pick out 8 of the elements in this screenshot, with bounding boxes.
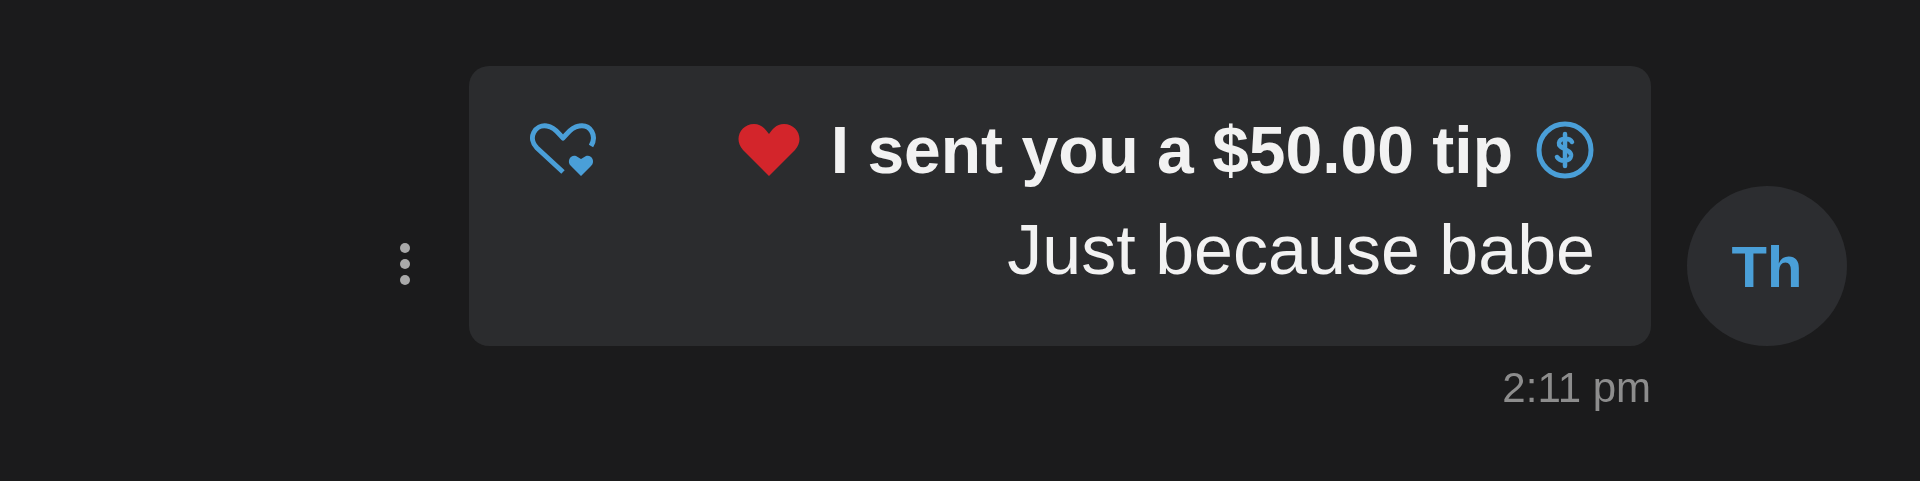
message-time: 2:11 pm: [1502, 364, 1651, 412]
dollar-coin-icon: [1535, 120, 1595, 180]
vertical-dots-icon: [399, 242, 411, 286]
message-text: Just because babe: [1007, 210, 1595, 291]
heart-icon: [736, 122, 801, 178]
heart-outline-icon: [529, 122, 599, 178]
tip-message: I sent you a $50.00 tip: [830, 112, 1513, 188]
avatar-initials: Th: [1731, 232, 1803, 300]
